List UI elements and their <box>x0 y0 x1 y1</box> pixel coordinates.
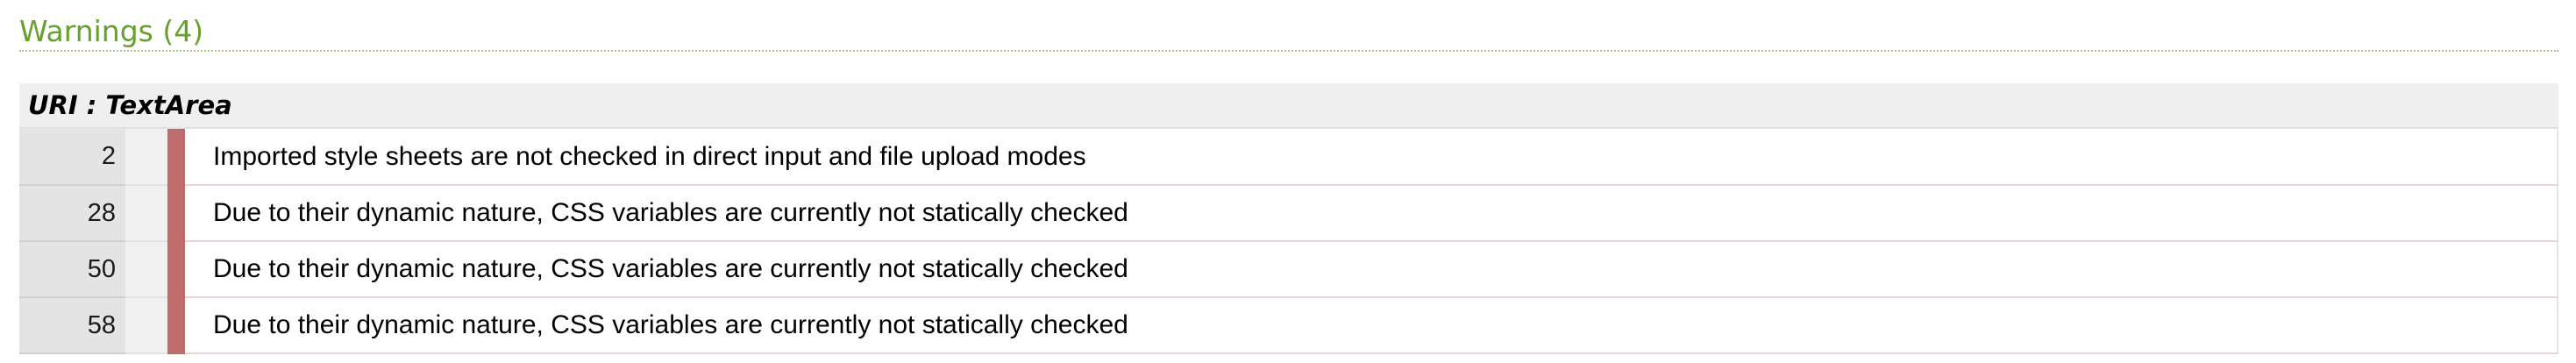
warning-marker <box>167 129 185 186</box>
level-cell <box>125 129 167 186</box>
warning-message: Due to their dynamic nature, CSS variabl… <box>185 297 2558 354</box>
warning-message: Imported style sheets are not checked in… <box>185 129 2558 186</box>
warning-message: Due to their dynamic nature, CSS variabl… <box>185 185 2558 242</box>
line-number: 50 <box>19 241 125 298</box>
uri-header: URI : TextArea <box>19 83 2558 129</box>
level-cell <box>125 297 167 354</box>
table-row: 58 Due to their dynamic nature, CSS vari… <box>19 297 2558 354</box>
warnings-table: 2 Imported style sheets are not checked … <box>19 129 2558 354</box>
warnings-heading: Warnings (4) <box>19 12 2558 52</box>
warning-marker <box>167 241 185 298</box>
warning-message: Due to their dynamic nature, CSS variabl… <box>185 241 2558 298</box>
table-row: 50 Due to their dynamic nature, CSS vari… <box>19 241 2558 298</box>
line-number: 28 <box>19 185 125 242</box>
line-number: 2 <box>19 129 125 186</box>
warnings-section: Warnings (4) URI : TextArea 2 Imported s… <box>19 12 2558 354</box>
warning-marker <box>167 297 185 354</box>
table-row: 28 Due to their dynamic nature, CSS vari… <box>19 185 2558 242</box>
table-row: 2 Imported style sheets are not checked … <box>19 129 2558 186</box>
level-cell <box>125 185 167 242</box>
warning-marker <box>167 185 185 242</box>
level-cell <box>125 241 167 298</box>
line-number: 58 <box>19 297 125 354</box>
